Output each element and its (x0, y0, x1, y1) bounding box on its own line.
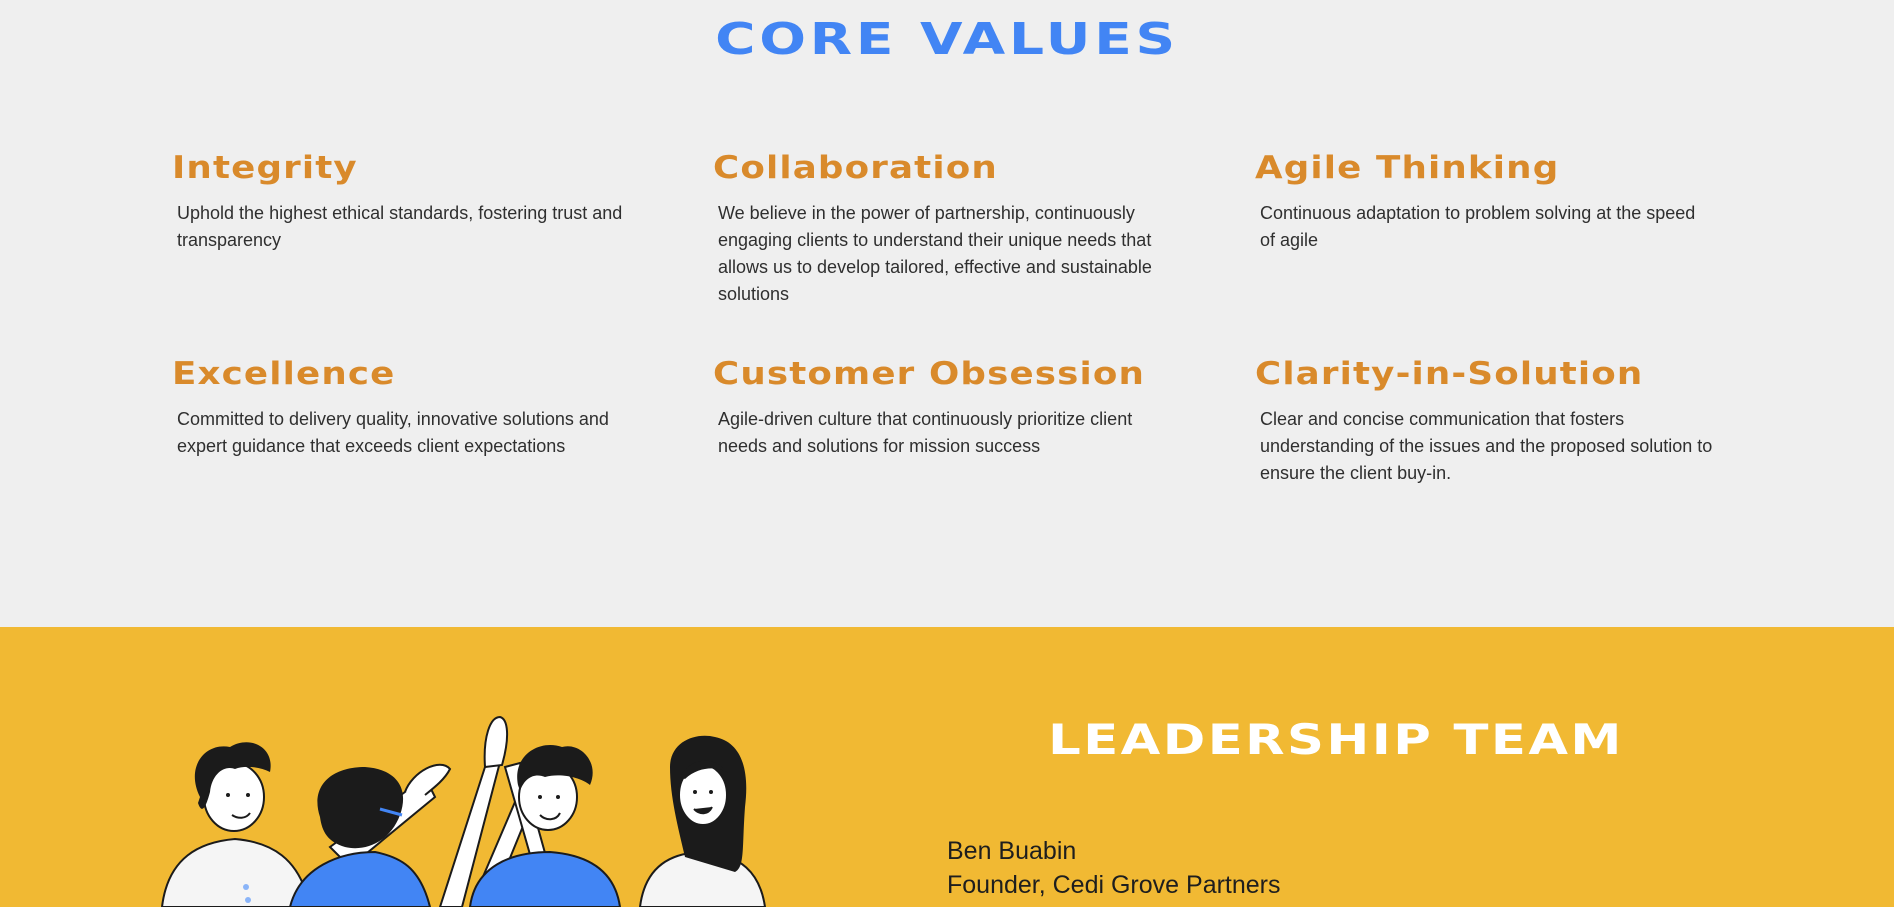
leader-role: Founder, Cedi Grove Partners (947, 871, 1281, 899)
value-title: Integrity (172, 150, 358, 186)
value-description: We believe in the power of partnership, … (718, 203, 1152, 304)
value-card-integrity: Integrity Uphold the highest ethical sta… (172, 150, 642, 254)
value-description: Clear and concise communication that fos… (1260, 409, 1713, 483)
value-card-clarity-in-solution: Clarity-in-Solution Clear and concise co… (1255, 356, 1725, 487)
value-description: Uphold the highest ethical standards, fo… (177, 203, 623, 250)
value-description: Committed to delivery quality, innovativ… (177, 409, 609, 456)
team-high-five-illustration (160, 715, 767, 907)
value-title: Collaboration (713, 150, 998, 186)
value-card-collaboration: Collaboration We believe in the power of… (713, 150, 1183, 308)
value-description: Continuous adaptation to problem solving… (1260, 203, 1696, 250)
value-title: Clarity-in-Solution (1255, 356, 1644, 392)
value-title: Excellence (172, 356, 396, 392)
leader-name: Ben Buabin (947, 837, 1077, 865)
value-title: Customer Obsession (713, 356, 1146, 392)
core-values-section: CORE VALUES Integrity Uphold the highest… (0, 0, 1894, 627)
leadership-team-title: LEADERSHIP TEAM (1048, 715, 1624, 764)
value-description: Agile-driven culture that continuously p… (718, 409, 1133, 456)
value-card-agile-thinking: Agile Thinking Continuous adaptation to … (1255, 150, 1725, 254)
value-card-customer-obsession: Customer Obsession Agile-driven culture … (713, 356, 1183, 460)
value-card-excellence: Excellence Committed to delivery quality… (172, 356, 642, 460)
leadership-section: LEADERSHIP TEAM Ben Buabin Founder, Cedi… (0, 627, 1894, 907)
core-values-title: CORE VALUES (715, 14, 1179, 65)
value-title: Agile Thinking (1255, 150, 1560, 186)
